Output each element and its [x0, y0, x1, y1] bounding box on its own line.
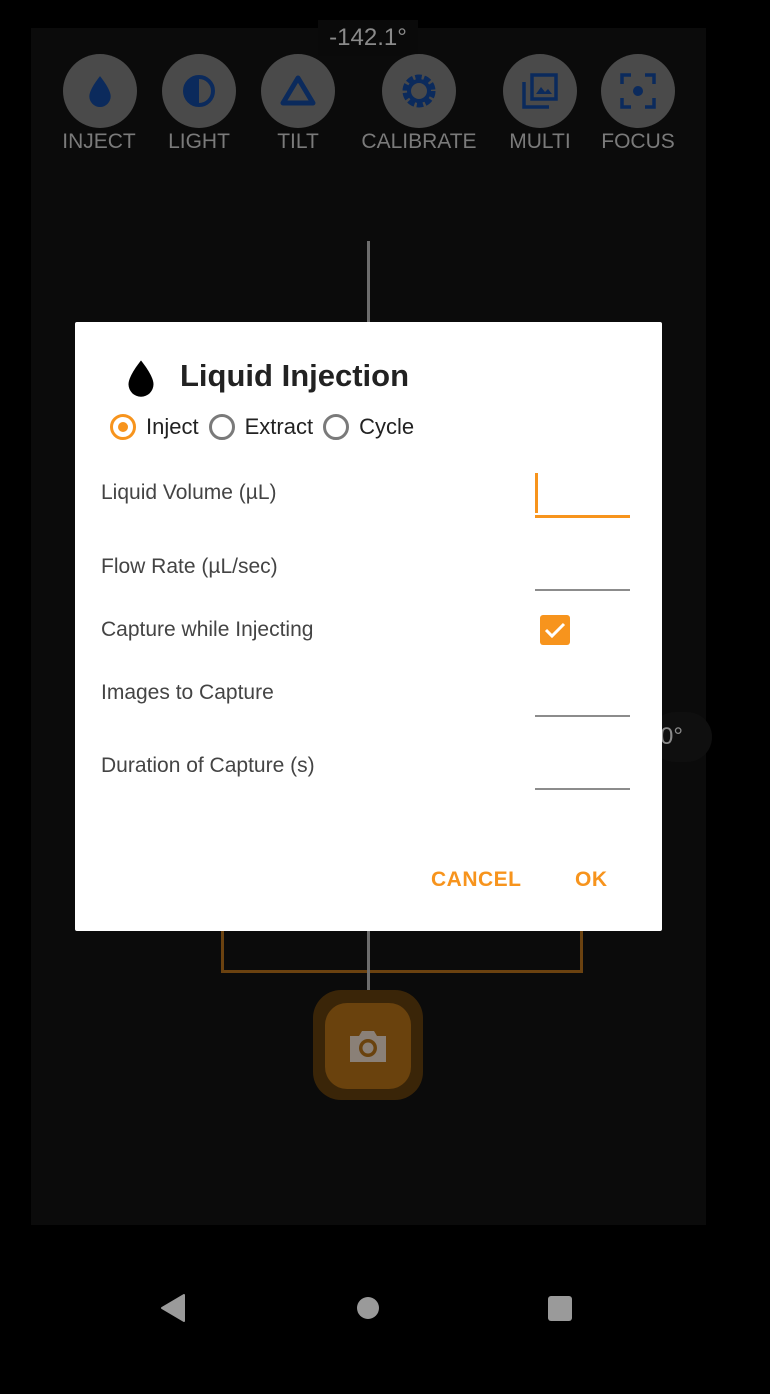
- contrast-icon: [183, 75, 215, 107]
- rotation-readout: -142.1°: [318, 20, 418, 56]
- shutter-button-inner[interactable]: [325, 1003, 411, 1089]
- camera-icon: [350, 1031, 386, 1062]
- dialog-title: Liquid Injection: [180, 358, 410, 393]
- calibrate-label: CALIBRATE: [361, 130, 477, 153]
- radio-extract-label[interactable]: Extract: [245, 414, 313, 440]
- tilt-button[interactable]: [261, 54, 335, 128]
- cancel-button[interactable]: CANCEL: [431, 868, 522, 892]
- recents-icon[interactable]: [548, 1296, 572, 1321]
- liquid-volume-input[interactable]: [535, 515, 630, 518]
- inject-button[interactable]: [63, 54, 137, 128]
- water-drop-icon: [128, 360, 154, 397]
- photo-library-icon: [522, 73, 558, 109]
- duration-of-capture-label: Duration of Capture (s): [101, 754, 315, 777]
- water-drop-icon: [89, 76, 111, 107]
- capture-while-injecting-label: Capture while Injecting: [101, 618, 314, 641]
- calibrate-button[interactable]: [382, 54, 456, 128]
- home-icon[interactable]: [356, 1296, 380, 1320]
- radio-extract[interactable]: [208, 414, 235, 440]
- back-icon[interactable]: [160, 1293, 186, 1323]
- radio-inject[interactable]: [110, 414, 136, 440]
- radio-inject-label[interactable]: Inject: [146, 414, 199, 440]
- duration-of-capture-input[interactable]: [535, 788, 630, 790]
- ok-button[interactable]: OK: [575, 868, 608, 892]
- flow-rate-label: Flow Rate (µL/sec): [101, 555, 278, 578]
- light-button[interactable]: [162, 54, 236, 128]
- center-focus-icon: [620, 73, 656, 109]
- checkmark-icon: [544, 622, 566, 639]
- radio-cycle-label[interactable]: Cycle: [359, 414, 414, 440]
- liquid-volume-label: Liquid Volume (µL): [101, 481, 277, 504]
- gear-icon: [402, 74, 436, 108]
- tilt-label: TILT: [277, 130, 319, 153]
- crosshair-line: [367, 241, 370, 323]
- triangle-icon: [280, 75, 316, 106]
- focus-button[interactable]: [601, 54, 675, 128]
- capture-while-injecting-checkbox[interactable]: [540, 615, 570, 645]
- images-to-capture-label: Images to Capture: [101, 681, 274, 704]
- images-to-capture-input[interactable]: [535, 715, 630, 717]
- focus-label: FOCUS: [601, 130, 675, 153]
- radio-cycle[interactable]: [323, 414, 350, 440]
- text-cursor: [535, 473, 538, 513]
- multi-button[interactable]: [503, 54, 577, 128]
- liquid-injection-dialog: Liquid Injection Inject Extract Cycle Li…: [75, 322, 662, 931]
- flow-rate-input[interactable]: [535, 589, 630, 591]
- mode-radio-group: Inject Extract Cycle: [110, 414, 424, 440]
